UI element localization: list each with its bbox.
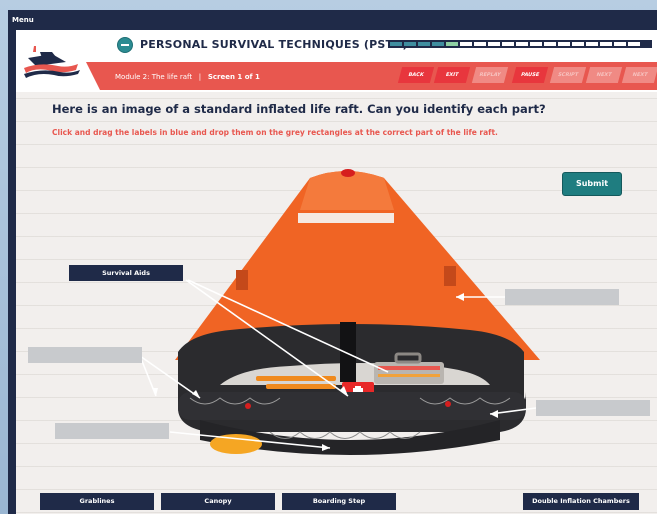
drop-target-inflation-chambers[interactable] [536,400,650,416]
drag-label-boarding-step[interactable]: Boarding Step [282,493,396,510]
drop-target-grablines[interactable] [28,347,142,363]
drag-label-grablines[interactable]: Grablines [40,493,154,510]
placed-label-survival-aids[interactable]: Survival Aids [69,265,183,281]
drag-label-double-inflation-chambers[interactable]: Double Inflation Chambers [523,493,639,510]
drag-label-canopy[interactable]: Canopy [161,493,275,510]
drop-target-boarding-step[interactable] [55,423,169,439]
drop-target-canopy[interactable] [505,289,619,305]
